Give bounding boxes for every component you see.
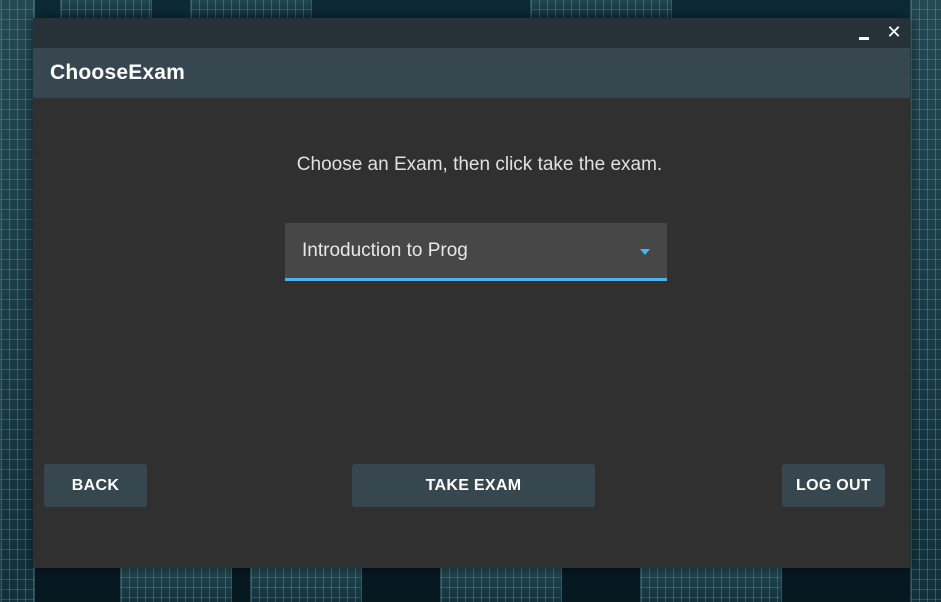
log-out-button[interactable]: LOG OUT [782, 464, 885, 507]
background-building [250, 568, 362, 602]
app-bar: ChooseExam [33, 48, 910, 98]
minimize-button[interactable] [853, 22, 875, 44]
dropdown-arrow-icon [640, 249, 650, 255]
exam-select[interactable]: Introduction to Prog [285, 223, 667, 281]
take-exam-button[interactable]: TAKE EXAM [352, 464, 595, 507]
close-button[interactable]: ✕ [883, 22, 905, 44]
choose-exam-window: ✕ ChooseExam Choose an Exam, then click … [33, 18, 910, 568]
background-building [0, 0, 35, 602]
background-building [640, 568, 782, 602]
log-out-button-label: LOG OUT [796, 476, 871, 494]
exam-select-value: Introduction to Prog [302, 240, 468, 261]
background-building [190, 0, 312, 18]
instruction-text: Choose an Exam, then click take the exam… [296, 154, 663, 175]
background-building [60, 0, 152, 18]
main-content: Choose an Exam, then click take the exam… [33, 98, 910, 568]
back-button-label: BACK [71, 476, 120, 494]
window-titlebar[interactable]: ✕ [33, 18, 910, 48]
background-building [910, 0, 941, 602]
background-building [530, 0, 672, 18]
minimize-icon [859, 37, 869, 40]
back-button[interactable]: BACK [44, 464, 147, 507]
page-title: ChooseExam [50, 61, 186, 84]
background-building [440, 568, 562, 602]
close-icon: ✕ [886, 22, 902, 43]
take-exam-button-label: TAKE EXAM [425, 476, 522, 494]
background-building [120, 568, 232, 602]
